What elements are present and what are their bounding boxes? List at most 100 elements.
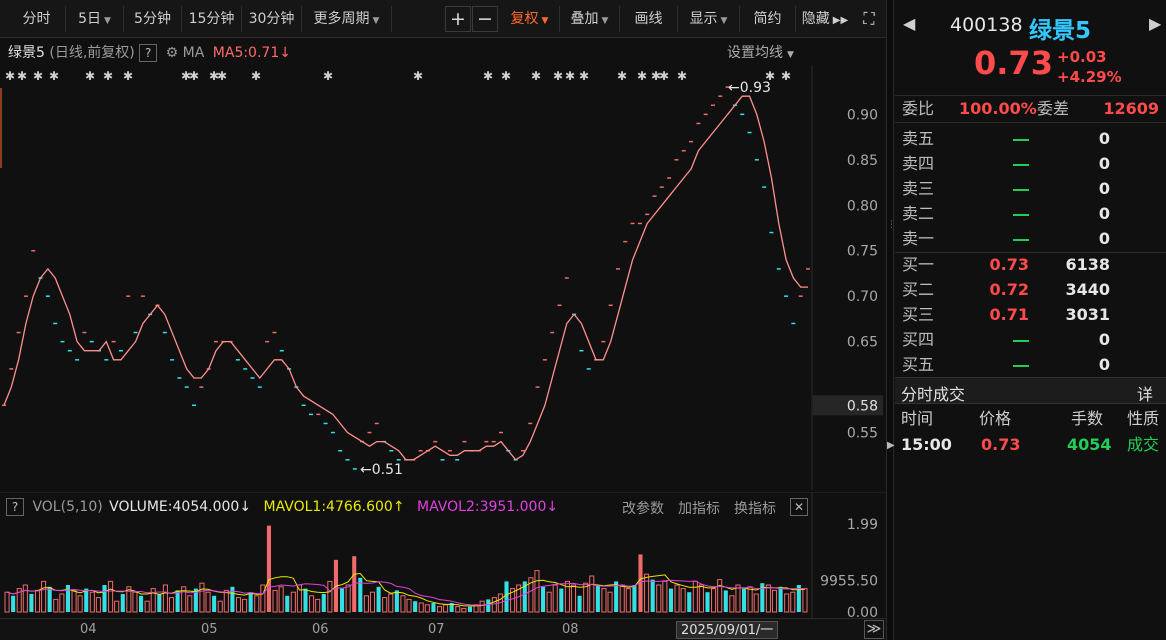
tab-15min[interactable]: 15分钟 [182,6,242,32]
volume-bar [406,598,412,613]
time-label: 08 [562,622,579,637]
scroll-right-button[interactable]: ≫ [864,620,884,639]
event-marker-icon: ✱ [217,69,227,83]
modify-params-button[interactable]: 改参数 [622,498,664,518]
volume-bar [632,585,637,612]
vol-indicator-label: VOL(5,10) [32,499,103,515]
trades-column-headers: 时间 价格 手数 性质 [895,406,1166,431]
weicha-value: 12609 [1103,99,1159,118]
buy-row: 买二 0.72 3440 [895,277,1166,302]
volume-bar [491,597,497,613]
volume-bar [784,593,790,613]
volume-bar [41,580,47,613]
stock-name: 绿景5 [1029,18,1092,44]
volume-bar [47,586,52,612]
zoom-in-button[interactable]: + [445,6,471,32]
volume-bar [717,579,723,613]
volume-chart[interactable]: 1.99 9955.50 0.00 ? VOL(5,10) VOLUME:4054.… [0,491,886,621]
set-ma-label: 设置均线 [727,45,783,61]
hide-button[interactable]: 隐藏 ▶▶ [796,6,854,32]
trades-title: 分时成交 [901,385,966,404]
tab-fenshi[interactable]: 分时 [8,6,66,32]
buy-row: 买四 0 [895,327,1166,352]
volume-bar [589,575,595,613]
help-icon[interactable]: ? [6,498,24,516]
caret-down-icon: ▼ [601,16,609,26]
gear-icon[interactable]: ⚙ [166,45,179,61]
next-stock-icon[interactable]: ▶ [1149,14,1161,33]
add-indicator-label: 加指标 [678,501,720,517]
tab-30min-label: 30分钟 [248,11,295,27]
trade-volume: 4054 [1067,435,1112,454]
switch-indicator-button[interactable]: 换指标 [734,498,776,518]
help-icon[interactable]: ? [139,44,158,62]
y-tick-label: 0.75 [847,244,878,260]
volume-bar [77,595,83,613]
event-marker-icon: ✱ [17,69,27,83]
volume-bar [570,584,577,613]
sell-level-label: 卖一 [902,229,935,248]
display-dropdown[interactable]: 显示 ▼ [678,6,740,32]
volume-bar [388,593,394,613]
add-indicator-button[interactable]: 加指标 [678,498,720,518]
period-5day-dropdown[interactable]: 5日 ▼ [66,6,124,32]
volume-bar [711,588,717,613]
time-label: 05 [201,622,218,637]
panel-splitter[interactable] [886,0,894,640]
volume-bar [601,588,607,613]
event-marker-icon: ✱ [33,69,43,83]
sell-row: 卖四 0 [895,151,1166,176]
event-marker-icon: ✱ [483,69,493,83]
volume-bar [168,597,175,613]
volume-bar [802,588,808,613]
trades-detail-button[interactable]: 详 [1137,381,1153,405]
fuquan-dropdown[interactable]: 复权 ▼ [500,6,560,32]
no-price-dash [963,126,1029,151]
volume-bar [114,600,120,613]
hide-label: 隐藏 [801,11,830,27]
no-price-dash [963,226,1029,251]
minus-icon: − [477,8,493,30]
volume-bar [157,594,162,612]
event-marker-icon: ✱ [677,69,687,83]
overlay-dropdown[interactable]: 叠加 ▼ [560,6,620,32]
sell-row: 卖一 0 [895,226,1166,251]
volume-bar [369,591,376,613]
volume-bar [260,584,266,613]
mavol1-value: MAVOL1:4766.600 [263,499,393,515]
volume-bar [486,599,491,612]
volume-bar [34,589,41,613]
event-marker-icon: ✱ [501,69,511,83]
simple-button[interactable]: 简约 [740,6,796,32]
close-indicator-button[interactable]: ✕ [790,498,808,516]
tab-5min-label: 5分钟 [134,11,171,27]
volume-bar [742,588,747,612]
volume-bar [436,606,443,613]
set-ma-dropdown[interactable]: 设置均线 ▼ [727,42,794,62]
zoom-out-button[interactable]: − [472,6,498,32]
volume-bar [705,592,710,612]
switch-indicator-label: 换指标 [734,501,776,517]
tab-30min[interactable]: 30分钟 [242,6,302,32]
collapse-arrow-icon[interactable]: ▶ [887,440,895,451]
event-marker-icon: ✱ [579,69,589,83]
caret-down-icon: ▼ [787,50,794,60]
fullscreen-button[interactable]: ⛶ [856,6,882,32]
buy-price: 0.71 [989,305,1029,324]
more-periods-dropdown[interactable]: 更多周期 ▼ [302,6,392,32]
sell-level-label: 卖二 [902,204,935,223]
volume-bar [120,594,125,612]
draw-line-button[interactable]: 画线 [620,6,678,32]
tab-5min[interactable]: 5分钟 [124,6,182,32]
price-chart[interactable]: 0.90 0.85 0.80 0.75 0.70 0.65 0.55 0.58 ✱ ✱ ✱ ✱ ✱ ✱ ✱ ✱… [0,38,886,490]
volume-bar [644,573,650,613]
volume-bar [765,584,771,613]
prev-stock-icon[interactable]: ◀ [903,14,915,33]
volume-bar [84,588,89,612]
volume-bar [735,584,741,613]
volume-bar [607,591,613,613]
trade-row: 15:00 0.73 4054 成交 [895,432,1166,457]
buy-price: 0.73 [989,255,1029,274]
volume-bar [29,594,34,612]
stock-code: 400138 [950,14,1023,36]
